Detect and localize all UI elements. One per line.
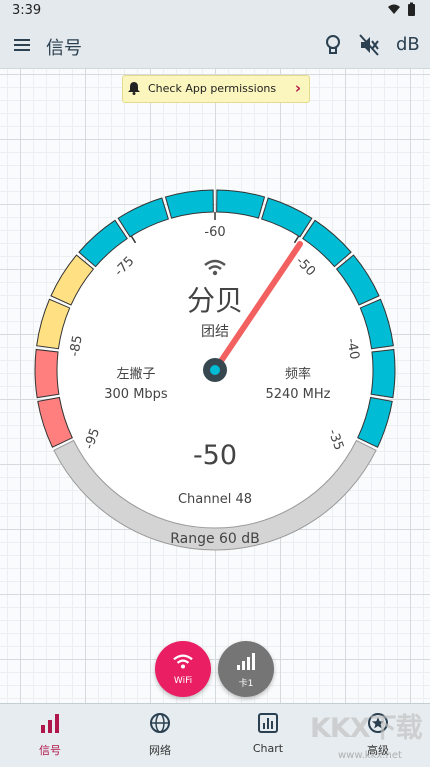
- app-bar: 信号 dB: [0, 22, 430, 69]
- battery-icon: [408, 4, 415, 16]
- nav-item-network[interactable]: 网络: [120, 704, 200, 767]
- mute-icon[interactable]: [358, 32, 384, 58]
- link-speed-title: 左撇子: [116, 367, 156, 382]
- range-label: Range 60 dB: [170, 531, 260, 547]
- status-icons: [386, 2, 420, 22]
- menu-icon[interactable]: [12, 32, 38, 58]
- signal-bars-icon: [41, 714, 59, 733]
- link-speed-value: 300 Mbps: [104, 387, 168, 402]
- wifi-small-icon: [203, 259, 227, 283]
- wifi-status-icon: [388, 4, 400, 14]
- chevron-right-icon: ›: [294, 79, 301, 97]
- lightbulb-icon[interactable]: [322, 32, 348, 58]
- wifi-icon: [173, 654, 193, 669]
- watermark-url: www.kkx.net: [338, 750, 402, 761]
- status-time: 3:39: [12, 3, 42, 18]
- nav-label: 网络: [149, 744, 171, 757]
- watermark-logo: KKX下载: [310, 713, 423, 744]
- signal-reading: -50: [192, 440, 238, 471]
- app-title: 信号: [46, 38, 82, 59]
- permission-banner-text: Check App permissions: [148, 82, 277, 95]
- bell-icon: [127, 81, 141, 98]
- chart-icon: [258, 713, 278, 733]
- nav-label: 信号: [39, 744, 61, 757]
- gauge-segment: [370, 348, 396, 399]
- wifi-fab-label: WiFi: [173, 676, 193, 686]
- nav-item-chart[interactable]: Chart: [228, 704, 308, 767]
- network-ssid: 团结: [201, 324, 229, 340]
- cell-signal-icon: [237, 653, 255, 670]
- wifi-fab-button[interactable]: WiFi: [155, 641, 211, 697]
- db-toggle-button[interactable]: dB: [396, 34, 422, 60]
- signal-unit: 分贝: [186, 284, 243, 317]
- sim-fab-label: 卡1: [238, 679, 254, 689]
- permission-banner[interactable]: Check App permissions ›: [122, 75, 310, 103]
- sim-fab-button[interactable]: 卡1: [218, 641, 274, 697]
- nav-label: Chart: [252, 742, 284, 755]
- frequency-title: 频率: [284, 367, 311, 382]
- nav-item-signal[interactable]: 信号: [10, 704, 90, 767]
- frequency-value: 5240 MHz: [265, 387, 331, 402]
- needle-hub-center: [210, 365, 220, 375]
- globe-icon: [150, 713, 170, 733]
- gauge-tick-label: -60: [204, 225, 226, 240]
- gauge-segment: [34, 348, 60, 399]
- channel-label: Channel 48: [177, 492, 253, 507]
- status-bar: 3:39: [0, 0, 430, 22]
